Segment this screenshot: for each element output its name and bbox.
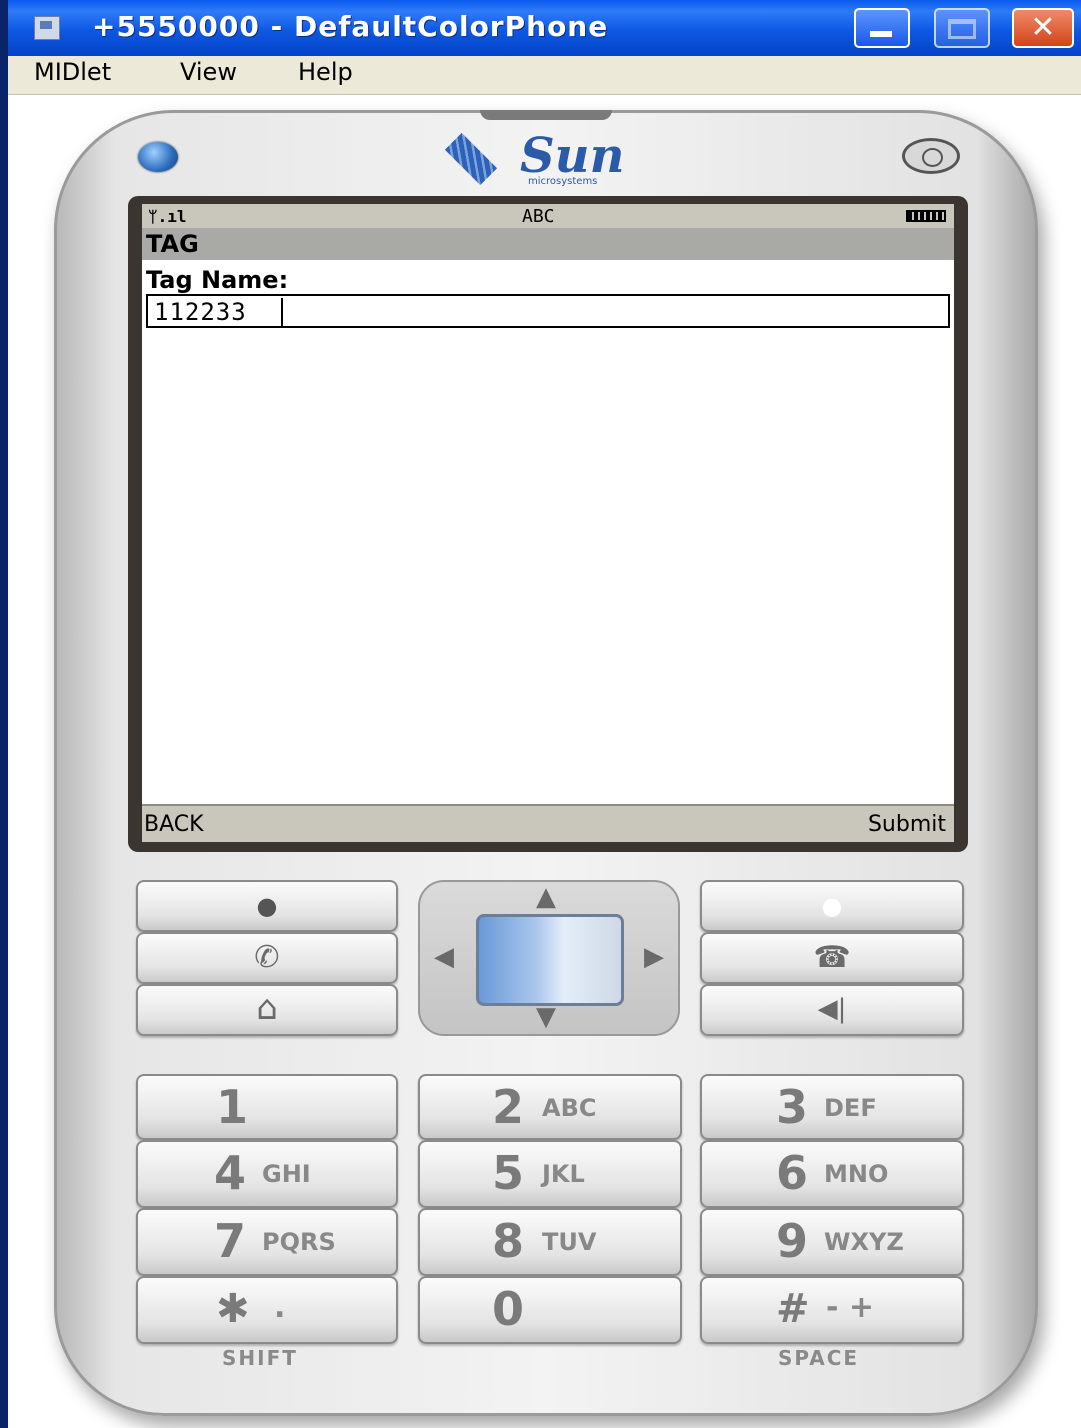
maximize-button[interactable]: [934, 8, 990, 48]
key-letters: DEF: [824, 1094, 877, 1122]
brand-subtitle: microsystems: [528, 176, 598, 187]
key-digit: 5: [492, 1146, 525, 1200]
key-digit: 1: [216, 1080, 249, 1134]
menu-midlet[interactable]: MIDlet: [34, 58, 111, 86]
menu-help[interactable]: Help: [298, 58, 353, 86]
down-arrow-icon[interactable]: ▼: [536, 1002, 556, 1032]
key-letters: .: [274, 1290, 286, 1325]
call-button[interactable]: ✆: [136, 932, 398, 984]
screen-title: TAG: [146, 230, 199, 258]
signal-strength-icon: ᛘ.ıl: [148, 207, 187, 226]
key-letters: WXYZ: [824, 1228, 904, 1256]
minimize-button[interactable]: [854, 8, 910, 48]
key-letters: ABC: [542, 1094, 597, 1122]
app-icon: [34, 16, 60, 40]
key-digit: 9: [776, 1214, 809, 1268]
menu-bar: MIDlet View Help: [8, 56, 1081, 95]
key-5[interactable]: 5 JKL: [418, 1140, 682, 1208]
shift-caption: SHIFT: [222, 1346, 298, 1370]
key-3[interactable]: 3 DEF: [700, 1074, 964, 1140]
tag-name-label: Tag Name:: [146, 266, 289, 294]
key-letters: PQRS: [262, 1228, 336, 1256]
dot-icon: ●: [256, 892, 278, 920]
right-arrow-icon[interactable]: ▶: [644, 942, 664, 972]
key-digit: 4: [214, 1146, 247, 1200]
key-digit: ✱: [216, 1286, 250, 1332]
key-9[interactable]: 9 WXYZ: [700, 1208, 964, 1276]
home-button[interactable]: ⌂: [136, 984, 398, 1036]
up-arrow-icon[interactable]: ▲: [536, 882, 556, 912]
key-0[interactable]: 0: [418, 1276, 682, 1344]
end-call-icon: ☎: [813, 940, 851, 975]
key-digit: 3: [776, 1080, 809, 1134]
home-icon: ⌂: [256, 988, 278, 1028]
key-digit: 7: [214, 1214, 247, 1268]
brand-logo: Sun microsystems: [440, 128, 650, 190]
key-digit: 2: [492, 1080, 525, 1134]
space-caption: SPACE: [778, 1346, 860, 1370]
softkey-bar: BACK Submit: [142, 804, 954, 842]
left-arrow-icon[interactable]: ◀: [434, 942, 454, 972]
key-letters: JKL: [542, 1160, 585, 1188]
status-led-icon: [138, 142, 178, 172]
window-title: +5550000 - DefaultColorPhone: [92, 10, 609, 43]
key-letters: MNO: [824, 1160, 889, 1188]
power-button[interactable]: [902, 138, 960, 174]
key-digit: 8: [492, 1214, 525, 1268]
clear-button[interactable]: ◀|: [700, 984, 964, 1036]
submit-softkey[interactable]: Submit: [868, 812, 946, 837]
tag-name-input[interactable]: 112233: [146, 294, 950, 328]
close-button[interactable]: ✕: [1012, 8, 1074, 48]
input-mode-indicator: ABC: [522, 206, 555, 227]
dot-icon: ●: [821, 892, 843, 920]
key-letters: GHI: [262, 1160, 311, 1188]
phone-call-icon: ✆: [254, 940, 280, 975]
menu-view[interactable]: View: [180, 58, 237, 86]
backspace-icon: ◀|: [817, 994, 847, 1024]
end-call-button[interactable]: ☎: [700, 932, 964, 984]
key-8[interactable]: 8 TUV: [418, 1208, 682, 1276]
key-digit: 6: [776, 1146, 809, 1200]
earpiece: [480, 110, 612, 120]
title-bar[interactable]: +5550000 - DefaultColorPhone ✕: [8, 0, 1081, 56]
text-caret: [281, 298, 283, 326]
key-1[interactable]: 1: [136, 1074, 398, 1140]
status-bar: ᛘ.ıl ABC: [142, 204, 954, 228]
key-digit: 0: [492, 1282, 525, 1336]
screen-title-bar: TAG: [142, 228, 954, 260]
phone-screen: ᛘ.ıl ABC TAG Tag Name: 112233 BACK Submi…: [142, 204, 954, 842]
key-star[interactable]: ✱ .: [136, 1276, 398, 1344]
navigation-dpad[interactable]: ▲ ▼ ◀ ▶: [418, 880, 680, 1036]
key-letters: TUV: [542, 1228, 597, 1256]
tag-name-value: 112233: [154, 298, 247, 326]
key-7[interactable]: 7 PQRS: [136, 1208, 398, 1276]
left-softkey-button[interactable]: ●: [136, 880, 398, 932]
key-letters: - +: [826, 1290, 875, 1325]
sun-logo-icon: [444, 132, 498, 186]
select-button[interactable]: [476, 914, 624, 1006]
back-softkey[interactable]: BACK: [144, 812, 204, 837]
key-4[interactable]: 4 GHI: [136, 1140, 398, 1208]
battery-icon: [906, 210, 946, 222]
key-digit: #: [776, 1286, 810, 1332]
key-6[interactable]: 6 MNO: [700, 1140, 964, 1208]
right-softkey-button[interactable]: ●: [700, 880, 964, 932]
key-2[interactable]: 2 ABC: [418, 1074, 682, 1140]
key-pound[interactable]: # - +: [700, 1276, 964, 1344]
